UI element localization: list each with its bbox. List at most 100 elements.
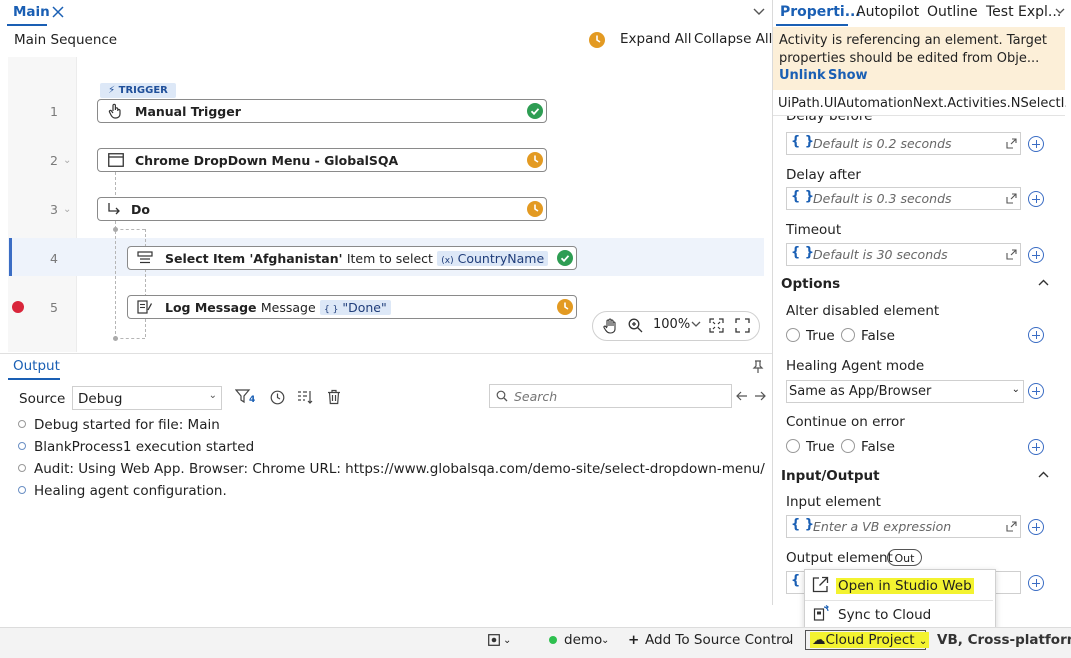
braces-icon: { }	[324, 305, 339, 315]
delay-after-field[interactable]: { } Default is 0.3 seconds	[786, 187, 1021, 210]
chevron-down-icon[interactable]	[753, 8, 765, 16]
chevron-down-icon[interactable]: ⌄	[503, 635, 511, 646]
radio-true[interactable]: True	[786, 328, 835, 344]
chevron-down-icon[interactable]: ⌄	[63, 155, 71, 166]
chevron-up-icon[interactable]	[1038, 471, 1049, 478]
hand-pan-icon[interactable]	[603, 318, 617, 334]
list-sort-icon[interactable]	[297, 390, 313, 405]
activity-select-item[interactable]: Select Item 'Afghanistan' Item to select…	[127, 246, 577, 270]
chevron-down-icon[interactable]: ⌄	[63, 204, 71, 215]
line-number: 3	[50, 202, 58, 217]
add-variable-button[interactable]	[1028, 247, 1044, 263]
sync-to-cloud-menu-item[interactable]: Sync to Cloud	[838, 607, 931, 623]
param-label: Message	[260, 300, 316, 315]
panel-divider[interactable]	[0, 353, 772, 354]
clock-icon	[527, 201, 543, 217]
log-entry[interactable]: Audit: Using Web App. Browser: Chrome UR…	[18, 461, 765, 477]
panel-divider[interactable]	[772, 0, 773, 605]
cloud-project-button[interactable]: ☁Cloud Project ⌄	[810, 632, 930, 648]
activity-do[interactable]: Do	[97, 197, 547, 221]
chevron-down-icon[interactable]	[1055, 8, 1065, 15]
delay-before-label: Delay before	[786, 116, 873, 124]
expand-all-button[interactable]: Expand All	[620, 31, 692, 47]
tab-autopilot[interactable]: Autopilot	[856, 4, 919, 20]
add-variable-button[interactable]	[1028, 383, 1044, 399]
close-icon[interactable]	[52, 6, 64, 18]
out-direction-badge: Out	[887, 549, 922, 566]
radio-circle	[841, 328, 855, 342]
breakpoint-icon[interactable]	[12, 301, 24, 313]
healing-mode-select[interactable]: Same as App/Browser ⌄	[786, 380, 1024, 403]
activity-log-message[interactable]: Log Message Message { } "Done"	[127, 295, 577, 319]
arrow-left-icon[interactable]	[736, 391, 748, 401]
fullscreen-icon[interactable]	[735, 318, 750, 333]
history-icon[interactable]	[270, 390, 285, 405]
tab-properties[interactable]: Properti...	[780, 4, 861, 20]
radio-circle	[786, 439, 800, 453]
variable-pill[interactable]: (x) CountryName	[437, 251, 549, 266]
tab-test-explorer[interactable]: Test Expl...	[986, 4, 1061, 20]
check-icon	[527, 103, 543, 119]
fit-screen-icon[interactable]	[709, 318, 724, 333]
connector-line	[115, 229, 145, 230]
add-to-source-control-button[interactable]: Add To Source Control	[645, 632, 793, 648]
add-variable-button[interactable]	[1028, 439, 1044, 455]
unlink-link[interactable]: Unlink	[779, 68, 826, 83]
expand-editor-icon[interactable]	[1006, 193, 1017, 204]
add-variable-button[interactable]	[1028, 519, 1044, 535]
braces-icon: { }	[791, 134, 815, 149]
zoom-in-icon[interactable]	[628, 318, 643, 333]
search-input-field[interactable]	[512, 388, 716, 405]
expression-pill[interactable]: { } "Done"	[320, 300, 391, 315]
camera-icon[interactable]	[488, 634, 500, 646]
connector-node	[113, 336, 118, 341]
radio-circle	[841, 439, 855, 453]
activity-use-browser[interactable]: Chrome DropDown Menu - GlobalSQA	[97, 148, 547, 172]
collapse-all-button[interactable]: Collapse All	[694, 31, 772, 47]
connector-line	[115, 338, 145, 339]
arrow-right-icon[interactable]	[754, 391, 766, 401]
open-in-studio-web-menu-item[interactable]: Open in Studio Web	[836, 578, 974, 594]
log-entry[interactable]: Healing agent configuration.	[18, 483, 227, 499]
chevron-down-icon[interactable]: ⌄	[785, 635, 793, 646]
show-link[interactable]: Show	[828, 68, 868, 83]
input-element-field[interactable]: { } Enter a VB expression	[786, 515, 1021, 538]
add-variable-button[interactable]	[1028, 575, 1044, 591]
line-number: 4	[50, 251, 58, 266]
activity-title: Do	[131, 202, 150, 217]
delay-before-field[interactable]: { } Default is 0.2 seconds	[786, 132, 1021, 155]
expand-editor-icon[interactable]	[1006, 521, 1017, 532]
source-select[interactable]: Debug ⌄	[72, 386, 222, 410]
tab-active-indicator	[8, 378, 60, 380]
chevron-down-icon[interactable]: ⌄	[601, 635, 609, 646]
chevron-up-icon[interactable]	[1038, 279, 1049, 286]
input-output-section-header[interactable]: Input/Output	[781, 468, 880, 484]
tab-main[interactable]: Main	[13, 4, 50, 20]
zoom-level[interactable]: 100%	[653, 317, 690, 332]
check-icon	[557, 250, 573, 266]
trash-icon[interactable]	[327, 389, 341, 405]
add-variable-button[interactable]	[1028, 136, 1044, 152]
log-entry[interactable]: BlankProcess1 execution started	[18, 439, 254, 455]
info-bullet-icon	[18, 420, 26, 428]
branch-selector[interactable]: demo	[564, 632, 602, 648]
add-variable-button[interactable]	[1028, 191, 1044, 207]
timeout-field[interactable]: { } Default is 30 seconds	[786, 243, 1021, 266]
options-section-header[interactable]: Options	[781, 276, 840, 292]
menu-divider	[805, 600, 993, 601]
tab-output[interactable]: Output	[13, 358, 60, 374]
radio-false[interactable]: False	[841, 439, 895, 455]
expand-editor-icon[interactable]	[1006, 249, 1017, 260]
search-input[interactable]	[489, 384, 732, 408]
chevron-down-icon[interactable]	[691, 321, 701, 328]
clock-icon[interactable]	[589, 32, 605, 48]
radio-false[interactable]: False	[841, 328, 895, 344]
tab-outline[interactable]: Outline	[927, 4, 978, 20]
log-icon	[137, 300, 153, 314]
pin-icon[interactable]	[752, 360, 764, 374]
expand-editor-icon[interactable]	[1006, 138, 1017, 149]
log-entry[interactable]: Debug started for file: Main	[18, 417, 220, 433]
add-variable-button[interactable]	[1028, 327, 1044, 343]
activity-manual-trigger[interactable]: Manual Trigger	[97, 99, 547, 123]
radio-true[interactable]: True	[786, 439, 835, 455]
